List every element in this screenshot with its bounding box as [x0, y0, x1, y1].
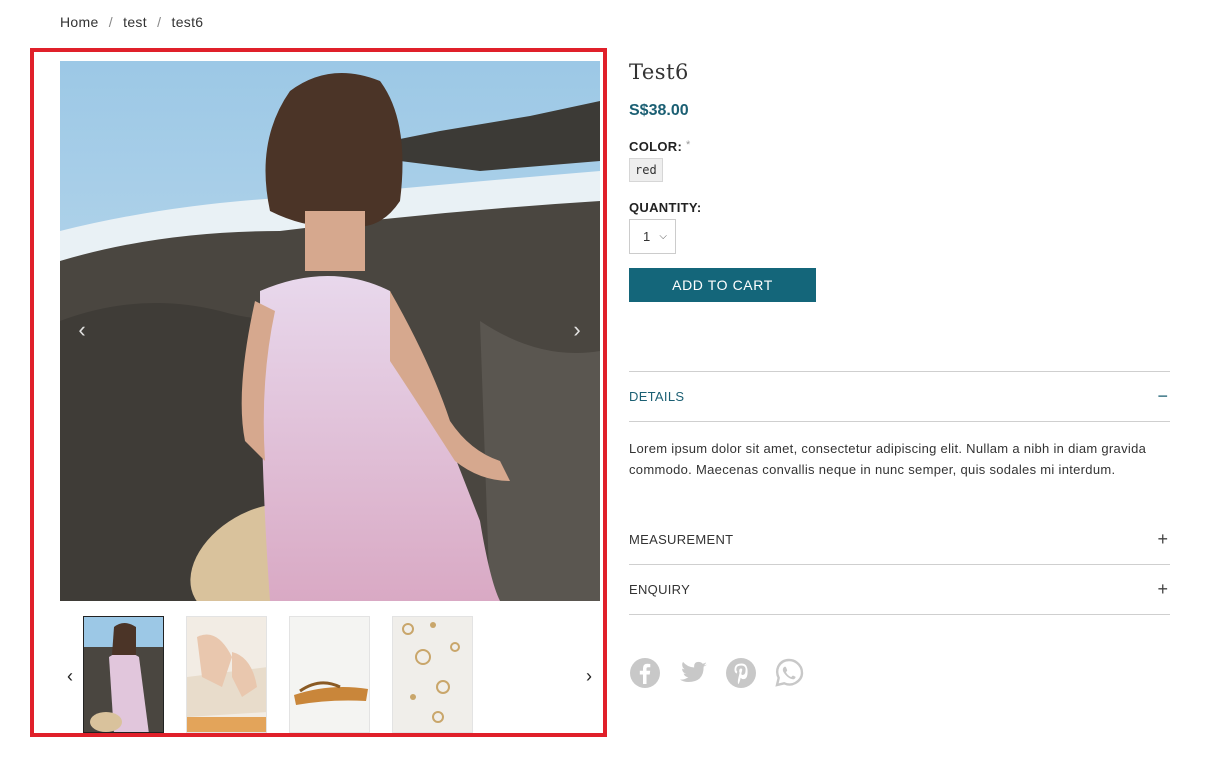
facebook-icon[interactable]: [629, 657, 661, 689]
breadcrumb-current[interactable]: test6: [172, 14, 204, 30]
product-accordion: DETAILS − Lorem ipsum dolor sit amet, co…: [629, 371, 1170, 615]
thumbnail-prev-icon[interactable]: ‹: [60, 664, 80, 688]
thumbnail-dress[interactable]: [83, 616, 164, 733]
thumbnail-earrings[interactable]: [392, 616, 473, 733]
quantity-label: QUANTITY:: [629, 200, 702, 215]
minus-icon[interactable]: −: [1157, 386, 1168, 407]
breadcrumb: Home / test / test6: [60, 14, 203, 30]
thumbnail-baking[interactable]: [186, 616, 267, 733]
product-price: S$38.00: [629, 102, 689, 119]
accordion-details-title: DETAILS: [629, 389, 685, 404]
color-label-text: COLOR:: [629, 139, 683, 154]
chevron-down-icon: ⌵: [659, 231, 667, 242]
accordion-divider: [629, 614, 1170, 615]
thumbnail-dress-graphic: [84, 617, 163, 732]
main-image-prev-icon[interactable]: ‹: [70, 317, 94, 342]
accordion-enquiry-title: ENQUIRY: [629, 582, 691, 597]
quantity-value: 1: [643, 229, 651, 244]
product-title: Test6: [629, 60, 689, 84]
thumbnail-next-icon[interactable]: ›: [579, 664, 599, 688]
main-image-next-icon[interactable]: ›: [565, 317, 589, 342]
accordion-enquiry-header[interactable]: ENQUIRY +: [629, 564, 1170, 614]
main-product-image[interactable]: [60, 61, 600, 601]
accordion-details-body: Lorem ipsum dolor sit amet, consectetur …: [629, 421, 1170, 514]
thumbnail-baking-graphic: [187, 617, 266, 732]
accordion-details-header[interactable]: DETAILS −: [629, 371, 1170, 421]
accordion-measurement-header[interactable]: MEASUREMENT +: [629, 514, 1170, 564]
color-option-red[interactable]: red: [629, 158, 663, 182]
breadcrumb-separator: /: [108, 14, 113, 30]
breadcrumb-test[interactable]: test: [123, 14, 147, 30]
plus-icon[interactable]: +: [1157, 579, 1168, 600]
plus-icon[interactable]: +: [1157, 529, 1168, 550]
required-mark: *: [686, 139, 691, 151]
breadcrumb-home[interactable]: Home: [60, 14, 99, 30]
thumbnail-earrings-graphic: [393, 617, 472, 732]
color-label: COLOR: *: [629, 139, 1170, 154]
accordion-measurement-title: MEASUREMENT: [629, 531, 734, 547]
thumbnail-sandals[interactable]: [289, 616, 370, 733]
breadcrumb-separator: /: [157, 14, 162, 30]
add-to-cart-button[interactable]: ADD TO CART: [629, 268, 816, 302]
pinterest-icon[interactable]: [725, 657, 757, 689]
quantity-select[interactable]: 1 ⌵: [629, 219, 676, 254]
main-image-graphic: [60, 61, 600, 601]
product-info: Test6 S$38.00 COLOR: * red QUANTITY: 1 ⌵…: [629, 60, 1170, 302]
thumbnail-sandals-graphic: [290, 617, 369, 732]
twitter-icon[interactable]: [677, 657, 709, 689]
social-share: [629, 657, 805, 689]
whatsapp-icon[interactable]: [773, 657, 805, 689]
